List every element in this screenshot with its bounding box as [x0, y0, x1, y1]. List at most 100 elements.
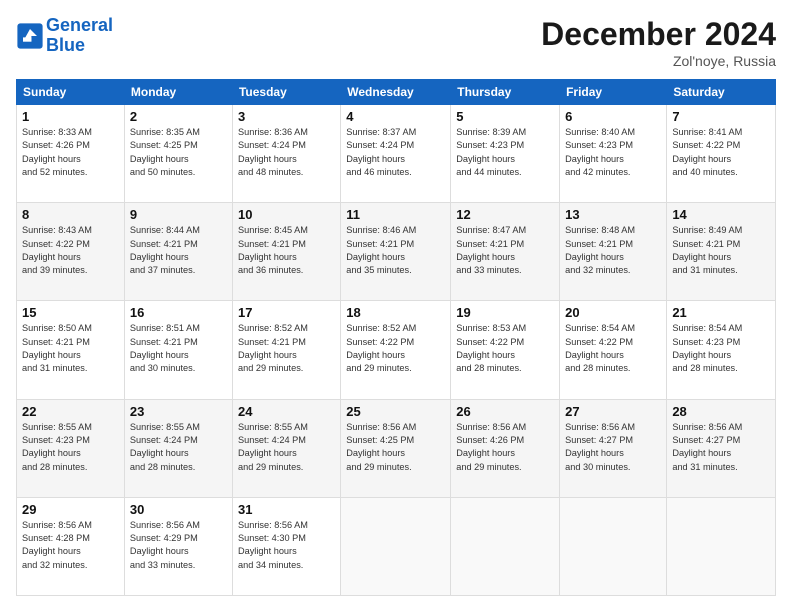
title-area: December 2024 Zol'noye, Russia: [541, 16, 776, 69]
day-number: 19: [456, 305, 554, 320]
day-number: 20: [565, 305, 661, 320]
day-number: 23: [130, 404, 227, 419]
day-header-sunday: Sunday: [17, 80, 125, 105]
day-number: 7: [672, 109, 770, 124]
day-number: 25: [346, 404, 445, 419]
day-info: Sunrise: 8:56 AMSunset: 4:28 PMDaylight …: [22, 519, 119, 572]
logo-line2: Blue: [46, 35, 85, 55]
day-number: 8: [22, 207, 119, 222]
logo: General Blue: [16, 16, 113, 56]
day-info: Sunrise: 8:37 AMSunset: 4:24 PMDaylight …: [346, 126, 445, 179]
day-info: Sunrise: 8:52 AMSunset: 4:21 PMDaylight …: [238, 322, 335, 375]
day-info: Sunrise: 8:33 AMSunset: 4:26 PMDaylight …: [22, 126, 119, 179]
calendar-cell: 15 Sunrise: 8:50 AMSunset: 4:21 PMDayligh…: [17, 301, 125, 399]
week-row-5: 29 Sunrise: 8:56 AMSunset: 4:28 PMDayligh…: [17, 497, 776, 595]
day-number: 29: [22, 502, 119, 517]
day-info: Sunrise: 8:47 AMSunset: 4:21 PMDaylight …: [456, 224, 554, 277]
day-info: Sunrise: 8:56 AMSunset: 4:26 PMDaylight …: [456, 421, 554, 474]
day-number: 17: [238, 305, 335, 320]
day-info: Sunrise: 8:50 AMSunset: 4:21 PMDaylight …: [22, 322, 119, 375]
day-header-wednesday: Wednesday: [341, 80, 451, 105]
day-number: 26: [456, 404, 554, 419]
days-header-row: SundayMondayTuesdayWednesdayThursdayFrid…: [17, 80, 776, 105]
day-number: 30: [130, 502, 227, 517]
day-info: Sunrise: 8:54 AMSunset: 4:22 PMDaylight …: [565, 322, 661, 375]
calendar-cell: 1 Sunrise: 8:33 AMSunset: 4:26 PMDaylight…: [17, 105, 125, 203]
calendar-cell: 5 Sunrise: 8:39 AMSunset: 4:23 PMDaylight…: [451, 105, 560, 203]
calendar-cell: 21 Sunrise: 8:54 AMSunset: 4:23 PMDayligh…: [667, 301, 776, 399]
calendar-cell: [341, 497, 451, 595]
calendar-cell: 11 Sunrise: 8:46 AMSunset: 4:21 PMDayligh…: [341, 203, 451, 301]
day-info: Sunrise: 8:55 AMSunset: 4:24 PMDaylight …: [130, 421, 227, 474]
logo-icon: [16, 22, 44, 50]
day-number: 3: [238, 109, 335, 124]
day-number: 15: [22, 305, 119, 320]
calendar-cell: 23 Sunrise: 8:55 AMSunset: 4:24 PMDayligh…: [124, 399, 232, 497]
day-number: 11: [346, 207, 445, 222]
calendar-cell: 27 Sunrise: 8:56 AMSunset: 4:27 PMDayligh…: [560, 399, 667, 497]
calendar-cell: 26 Sunrise: 8:56 AMSunset: 4:26 PMDayligh…: [451, 399, 560, 497]
day-number: 10: [238, 207, 335, 222]
calendar-cell: 8Sunrise: 8:43 AMSunset: 4:22 PMDaylight…: [17, 203, 125, 301]
day-info: Sunrise: 8:44 AMSunset: 4:21 PMDaylight …: [130, 224, 227, 277]
month-title: December 2024: [541, 16, 776, 53]
calendar-cell: 2Sunrise: 8:35 AMSunset: 4:25 PMDaylight…: [124, 105, 232, 203]
calendar-cell: 19 Sunrise: 8:53 AMSunset: 4:22 PMDayligh…: [451, 301, 560, 399]
calendar-body: 1 Sunrise: 8:33 AMSunset: 4:26 PMDaylight…: [17, 105, 776, 596]
week-row-2: 8Sunrise: 8:43 AMSunset: 4:22 PMDaylight…: [17, 203, 776, 301]
calendar-cell: [667, 497, 776, 595]
day-number: 21: [672, 305, 770, 320]
day-number: 14: [672, 207, 770, 222]
calendar-cell: 30 Sunrise: 8:56 AMSunset: 4:29 PMDayligh…: [124, 497, 232, 595]
day-info: Sunrise: 8:53 AMSunset: 4:22 PMDaylight …: [456, 322, 554, 375]
day-info: Sunrise: 8:55 AMSunset: 4:23 PMDaylight …: [22, 421, 119, 474]
day-number: 22: [22, 404, 119, 419]
day-number: 16: [130, 305, 227, 320]
day-number: 1: [22, 109, 119, 124]
day-number: 27: [565, 404, 661, 419]
calendar-cell: 7 Sunrise: 8:41 AMSunset: 4:22 PMDaylight…: [667, 105, 776, 203]
day-info: Sunrise: 8:46 AMSunset: 4:21 PMDaylight …: [346, 224, 445, 277]
day-info: Sunrise: 8:56 AMSunset: 4:27 PMDaylight …: [672, 421, 770, 474]
day-number: 9: [130, 207, 227, 222]
day-info: Sunrise: 8:56 AMSunset: 4:27 PMDaylight …: [565, 421, 661, 474]
week-row-4: 22 Sunrise: 8:55 AMSunset: 4:23 PMDayligh…: [17, 399, 776, 497]
day-info: Sunrise: 8:54 AMSunset: 4:23 PMDaylight …: [672, 322, 770, 375]
calendar-cell: 4 Sunrise: 8:37 AMSunset: 4:24 PMDaylight…: [341, 105, 451, 203]
day-info: Sunrise: 8:56 AMSunset: 4:29 PMDaylight …: [130, 519, 227, 572]
calendar-cell: 29 Sunrise: 8:56 AMSunset: 4:28 PMDayligh…: [17, 497, 125, 595]
calendar-cell: 9 Sunrise: 8:44 AMSunset: 4:21 PMDaylight…: [124, 203, 232, 301]
day-header-thursday: Thursday: [451, 80, 560, 105]
day-number: 24: [238, 404, 335, 419]
day-info: Sunrise: 8:56 AMSunset: 4:25 PMDaylight …: [346, 421, 445, 474]
day-info: Sunrise: 8:52 AMSunset: 4:22 PMDaylight …: [346, 322, 445, 375]
day-info: Sunrise: 8:55 AMSunset: 4:24 PMDaylight …: [238, 421, 335, 474]
calendar-page: General Blue December 2024 Zol'noye, Rus…: [0, 0, 792, 612]
day-info: Sunrise: 8:40 AMSunset: 4:23 PMDaylight …: [565, 126, 661, 179]
calendar-cell: 18 Sunrise: 8:52 AMSunset: 4:22 PMDayligh…: [341, 301, 451, 399]
day-info: Sunrise: 8:41 AMSunset: 4:22 PMDaylight …: [672, 126, 770, 179]
calendar-cell: 24 Sunrise: 8:55 AMSunset: 4:24 PMDayligh…: [232, 399, 340, 497]
calendar-cell: 25 Sunrise: 8:56 AMSunset: 4:25 PMDayligh…: [341, 399, 451, 497]
calendar-cell: 10Sunrise: 8:45 AMSunset: 4:21 PMDayligh…: [232, 203, 340, 301]
logo-text: General Blue: [46, 16, 113, 56]
calendar-cell: 6Sunrise: 8:40 AMSunset: 4:23 PMDaylight…: [560, 105, 667, 203]
day-number: 5: [456, 109, 554, 124]
day-info: Sunrise: 8:35 AMSunset: 4:25 PMDaylight …: [130, 126, 227, 179]
day-number: 12: [456, 207, 554, 222]
calendar-cell: 13Sunrise: 8:48 AMSunset: 4:21 PMDayligh…: [560, 203, 667, 301]
calendar-cell: 20 Sunrise: 8:54 AMSunset: 4:22 PMDayligh…: [560, 301, 667, 399]
day-header-friday: Friday: [560, 80, 667, 105]
calendar-cell: 3 Sunrise: 8:36 AMSunset: 4:24 PMDaylight…: [232, 105, 340, 203]
day-info: Sunrise: 8:49 AMSunset: 4:21 PMDaylight …: [672, 224, 770, 277]
calendar-cell: [451, 497, 560, 595]
calendar-cell: 12 Sunrise: 8:47 AMSunset: 4:21 PMDayligh…: [451, 203, 560, 301]
day-number: 4: [346, 109, 445, 124]
day-number: 28: [672, 404, 770, 419]
day-info: Sunrise: 8:36 AMSunset: 4:24 PMDaylight …: [238, 126, 335, 179]
day-number: 18: [346, 305, 445, 320]
calendar-table: SundayMondayTuesdayWednesdayThursdayFrid…: [16, 79, 776, 596]
week-row-1: 1 Sunrise: 8:33 AMSunset: 4:26 PMDaylight…: [17, 105, 776, 203]
day-info: Sunrise: 8:39 AMSunset: 4:23 PMDaylight …: [456, 126, 554, 179]
location: Zol'noye, Russia: [541, 53, 776, 69]
